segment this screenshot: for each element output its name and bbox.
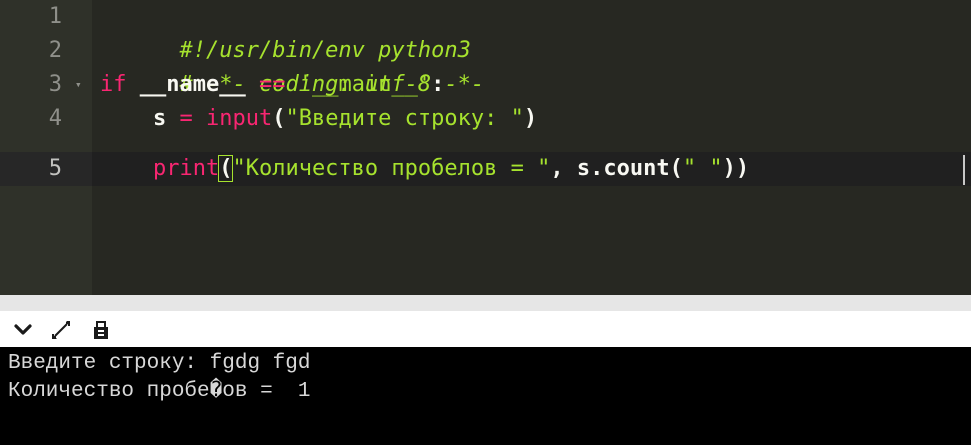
code-token-string: "Количество пробелов = " [232,156,551,181]
chevron-down-icon[interactable] [10,317,36,343]
expand-icon[interactable] [48,317,74,343]
code-token-name: s [152,106,167,131]
code-line[interactable]: 3 ▾ if __name__ == '__main__': [0,68,971,102]
code-token-string: "Введите строку: " [285,106,524,131]
line-number: 2 [48,38,62,63]
panel-resize-handle[interactable] [0,295,971,311]
matched-bracket: ( [218,155,234,182]
code-line[interactable]: 2 # -*- coding: utf-8 -*- [0,34,971,97]
console-line: Количество пробе�ов = 1 [8,380,311,403]
code-token-operator: = [179,106,193,131]
line-number: 1 [48,4,62,29]
console-line: Введите строку: fgdg fgd [8,352,311,375]
code-token-name: __name__ [139,72,246,97]
code-editor[interactable]: 1 #!/usr/bin/env python3 2 # -*- coding:… [0,0,971,295]
code-token-punctuation: )) [722,156,750,181]
code-line-active[interactable]: 5 print("Количество пробелов = ", s.coun… [0,152,971,186]
code-token-keyword: if [100,72,127,97]
code-token-name: s.count( [576,156,683,181]
code-token-indent [100,106,153,131]
code-token-function: input [205,106,273,131]
text-cursor [963,155,965,185]
code-line[interactable]: 1 #!/usr/bin/env python3 [0,0,971,63]
code-token-punctuation: ) [523,106,538,131]
code-text: print("Количество пробелов = ", s.count(… [100,152,749,186]
console-toolbar [0,311,971,347]
code-token-indent [100,156,153,181]
code-text: if __name__ == '__main__': [100,68,444,102]
console-output[interactable]: Введите строку: fgdg fgd Количество проб… [0,347,971,445]
line-number: 5 [48,156,62,181]
code-token-punctuation: ( [272,106,286,131]
code-token-function: print [152,156,220,181]
code-token-punctuation: : [431,72,445,97]
line-number: 4 [48,106,62,131]
code-line[interactable]: 4 s = input("Введите строку: ") [0,102,971,136]
code-token-operator: == [258,72,286,97]
code-token-punctuation: , [550,156,577,181]
code-token-string: " " [682,156,723,181]
code-token-string: '__main__' [298,72,432,97]
line-number: 3 [48,72,62,97]
fold-arrow-icon[interactable]: ▾ [75,68,82,102]
code-text: s = input("Введите строку: ") [100,102,537,136]
clear-console-icon[interactable] [88,317,114,343]
